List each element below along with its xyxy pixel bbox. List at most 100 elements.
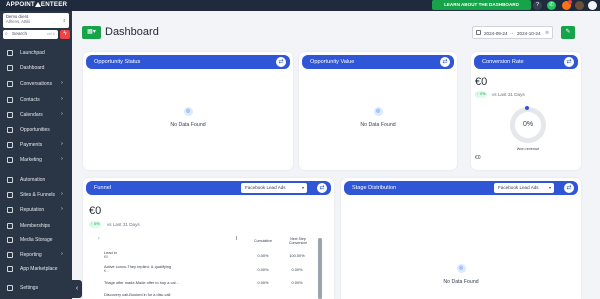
card-title: Conversion Rate [482, 59, 524, 65]
location-city: Athens, Attiki [6, 19, 31, 24]
chevron-right-icon: › [61, 206, 63, 212]
empty-state: ◎ No Data Found [170, 107, 206, 128]
sidebar-item-launchpad[interactable]: Launchpad [0, 48, 72, 58]
card-header: Opportunity Status ⇄ [86, 55, 290, 69]
sidebar-item-contacts[interactable]: Contacts › [0, 95, 72, 105]
no-data-icon: ◎ [456, 264, 466, 273]
dashboard-switcher-button[interactable]: ▦▾ [82, 26, 101, 39]
top-bar: APPOINT ENTEER LEARN ABOUT THE DASHBOARD … [0, 0, 600, 11]
sidebar-item-opportunities[interactable]: Opportunities [0, 125, 72, 135]
chart-icon [7, 252, 13, 258]
sidebar-item-calendars[interactable]: Calendars › [0, 110, 72, 120]
donut-percent: 0% [522, 121, 534, 128]
card-settings-icon[interactable]: ⇄ [440, 57, 450, 67]
donut-marker [525, 106, 529, 110]
conversion-footer-value: €0 [475, 155, 481, 161]
sidebar-item-reporting[interactable]: Reporting › [0, 250, 72, 260]
sidebar-item-memberships[interactable]: Memberships [0, 221, 72, 231]
automation-icon [7, 177, 13, 183]
compare-text: vs Last 31 Days [492, 92, 525, 97]
memberships-icon [7, 223, 13, 229]
card-settings-icon[interactable]: ⇄ [276, 57, 286, 67]
funnel-source-select[interactable]: Facebook Lead Ads ▾ [241, 183, 307, 193]
stage-source-select[interactable]: Facebook Lead Ads ▾ [494, 183, 554, 193]
quick-actions-bolt-icon[interactable]: ϟ [60, 30, 70, 39]
sidebar-item-conversations[interactable]: Conversations › [0, 79, 72, 89]
marketing-icon [7, 157, 13, 163]
chat-icon [7, 81, 13, 87]
chevron-down-icon: ▾ [548, 185, 551, 190]
star-icon [7, 207, 13, 213]
contacts-icon [7, 97, 13, 103]
sidebar-item-reputation[interactable]: Reputation › [0, 205, 72, 215]
chevron-right-icon: › [61, 80, 63, 86]
calendar-icon [7, 112, 13, 118]
chevron-down-icon: ▾ [301, 185, 304, 190]
no-data-icon: ◎ [183, 107, 193, 116]
chevron-right-icon: › [61, 111, 63, 117]
card-title: Stage Distribution [352, 185, 397, 191]
chevron-right-icon: › [61, 251, 63, 257]
calendar-icon [476, 30, 481, 35]
arrow-right-icon: → [509, 30, 514, 36]
marketplace-icon [7, 266, 13, 272]
folder-icon [7, 237, 13, 243]
date-range-picker[interactable]: 2024-09-24 → 2024-10-24 ⊗ [472, 26, 553, 39]
card-title: Funnel [94, 185, 112, 191]
card-settings-icon[interactable]: ⇄ [564, 183, 574, 193]
collapse-sidebar-button[interactable]: ‹ [72, 280, 82, 298]
card-header: Opportunity Value ⇄ [302, 55, 454, 69]
sidebar-item-media-storage[interactable]: Media Storage [0, 235, 72, 245]
scrollbar-thumb[interactable] [318, 238, 322, 299]
edit-dashboard-button[interactable]: ✎ [561, 26, 575, 39]
phone-icon[interactable]: ✆ [547, 1, 556, 10]
sidebar-item-app-marketplace[interactable]: App Marketplace [0, 264, 72, 274]
card-title: Opportunity Status [94, 59, 141, 65]
card-header: Funnel Facebook Lead Ads ▾ ⇄ [86, 181, 331, 195]
clear-date-icon[interactable]: ⊗ [545, 30, 549, 36]
user-menu-icon[interactable] [588, 1, 597, 10]
opportunity-value-card: Opportunity Value ⇄ ◎ No Data Found [299, 52, 457, 170]
sidebar: Demo client Athens, Attiki ⇕ ⌕ Search ct… [0, 11, 72, 299]
empty-state: ◎ No Data Found [360, 107, 396, 128]
stage-column-header: ↕ [98, 236, 100, 240]
sidebar-item-sites-funnels[interactable]: Sites & Funnels › [0, 190, 72, 200]
change-badge: ↑ 0% [475, 91, 488, 98]
funnel-value: €0 [89, 205, 102, 217]
chevron-right-icon: › [61, 141, 63, 147]
avatar[interactable] [575, 1, 584, 10]
app-logo[interactable]: APPOINT ENTEER [6, 1, 67, 8]
column-header: Cumulative [254, 239, 272, 243]
date-from: 2024-09-24 [484, 31, 508, 36]
location-switcher[interactable]: Demo client Athens, Attiki ⇕ [3, 13, 69, 28]
card-header: Conversion Rate ⇄ [474, 55, 578, 69]
learn-about-dashboard-button[interactable]: LEARN ABOUT THE DASHBOARD [432, 0, 531, 10]
sidebar-item-payments[interactable]: Payments › [0, 140, 72, 150]
search-input[interactable]: ⌕ Search ctrl K [3, 30, 58, 39]
dashboard-icon [7, 65, 13, 71]
chevron-right-icon: › [61, 191, 63, 197]
help-icon[interactable]: ? [533, 1, 542, 10]
date-to: 2024-10-24 [517, 31, 541, 36]
chevron-right-icon: › [61, 96, 63, 102]
sites-icon [7, 192, 13, 198]
search-icon: ⌕ [5, 31, 8, 37]
notification-badge [568, 0, 572, 4]
conversion-value: €0 [475, 76, 488, 88]
sidebar-item-dashboard[interactable]: Dashboard [0, 63, 72, 73]
card-settings-icon[interactable]: ⇄ [564, 57, 574, 67]
compare-text: vs Last 31 Days [107, 222, 140, 227]
launchpad-icon [7, 50, 13, 56]
sidebar-item-automation[interactable]: Automation [0, 175, 72, 185]
card-settings-icon[interactable]: ⇄ [317, 183, 327, 193]
page-title: Dashboard [105, 26, 159, 38]
sidebar-item-marketing[interactable]: Marketing › [0, 155, 72, 165]
card-title: Opportunity Value [310, 59, 355, 65]
stage-distribution-card: Stage Distribution Facebook Lead Ads ▾ ⇄ … [341, 178, 581, 299]
table-scrollbar[interactable] [318, 238, 322, 299]
sidebar-item-settings[interactable]: Settings [0, 283, 72, 293]
change-badge: ↑ 0% [89, 221, 102, 228]
no-data-icon: ◎ [373, 107, 383, 116]
column-divider [236, 236, 237, 240]
search-shortcut: ctrl K [46, 32, 55, 36]
